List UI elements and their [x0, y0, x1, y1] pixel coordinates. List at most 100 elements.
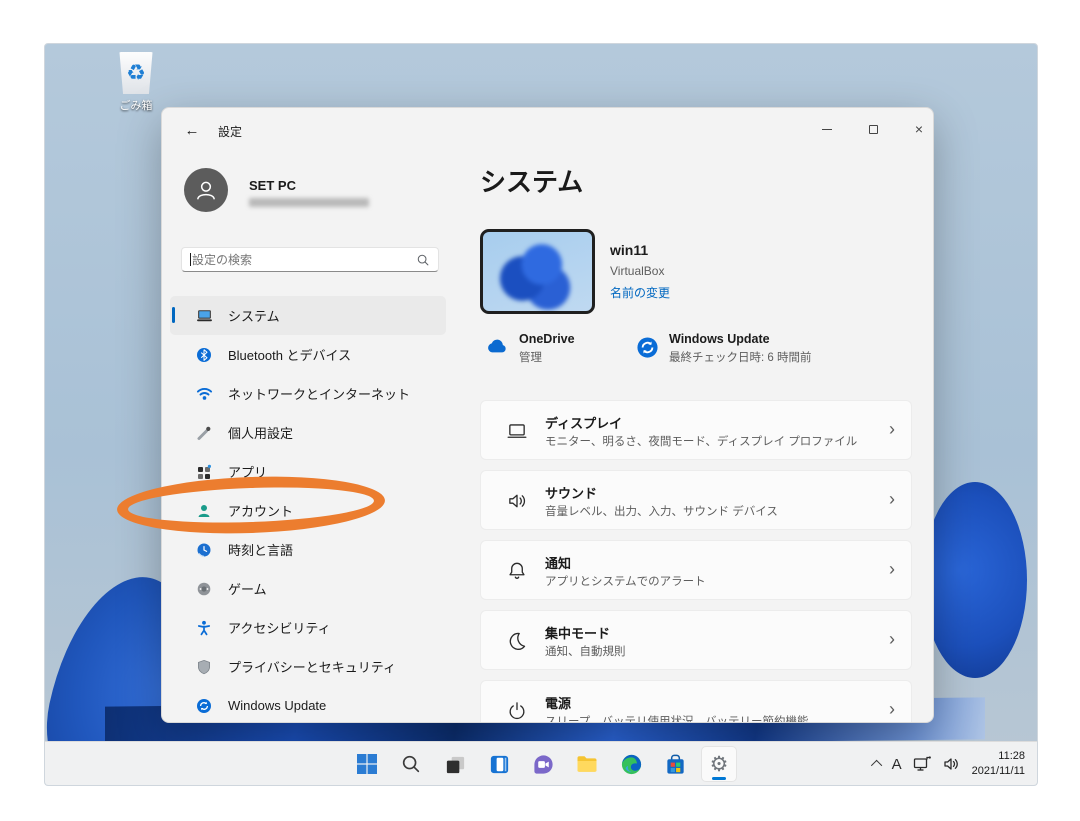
start-button[interactable] — [349, 746, 385, 782]
search-box[interactable] — [181, 247, 439, 272]
card-display[interactable]: ディスプレイ モニター、明るさ、夜間モード、ディスプレイ プロファイル › — [480, 400, 912, 460]
profile-name: SET PC — [249, 178, 296, 193]
edge-button[interactable] — [613, 746, 649, 782]
back-icon: ← — [185, 122, 200, 139]
power-icon — [505, 699, 529, 723]
task-view-icon — [444, 753, 467, 776]
minimize-icon — [822, 129, 832, 130]
minimize-button[interactable] — [810, 114, 844, 144]
profile-email-redacted — [249, 198, 369, 207]
brush-icon — [194, 423, 214, 443]
store-button[interactable] — [657, 746, 693, 782]
quick-title: OneDrive — [519, 332, 575, 346]
maximize-button[interactable] — [856, 114, 890, 144]
folder-icon — [575, 752, 599, 776]
wallpaper-bloom-petal-right — [923, 482, 1027, 678]
taskbar-search-button[interactable] — [393, 746, 429, 782]
quick-onedrive[interactable]: OneDrive 管理 — [484, 332, 575, 365]
quick-windows-update[interactable]: Windows Update 最終チェック日時: 6 時間前 — [634, 332, 811, 365]
taskbar-center-icons: ⚙ — [349, 742, 737, 786]
ime-indicator[interactable]: A — [892, 756, 902, 773]
quick-subtitle: 最終チェック日時: 6 時間前 — [669, 349, 811, 365]
rename-link[interactable]: 名前の変更 — [610, 284, 670, 301]
onedrive-cloud-icon — [484, 334, 510, 360]
account-person-icon — [194, 501, 214, 521]
chevron-up-icon — [870, 760, 881, 771]
wifi-icon — [194, 384, 214, 404]
sidebar-nav: システム Bluetooth とデバイス ネットワークとインターネット — [170, 296, 446, 723]
chat-icon — [532, 753, 555, 776]
selected-indicator — [172, 307, 175, 323]
accessibility-person-icon — [194, 618, 214, 638]
sidebar-item-system[interactable]: システム — [170, 296, 446, 335]
card-power[interactable]: 電源 スリープ、バッテリ使用状況、バッテリー節約機能 › — [480, 680, 912, 723]
maximize-icon — [869, 125, 878, 134]
speaker-icon — [505, 489, 529, 513]
chat-button[interactable] — [525, 746, 561, 782]
bell-icon — [505, 559, 529, 583]
sidebar-item-accounts[interactable]: アカウント — [170, 491, 446, 530]
search-input[interactable] — [192, 253, 416, 267]
recycle-bin-label: ごみ箱 — [103, 97, 169, 113]
clock[interactable]: 11:28 2021/11/11 — [972, 749, 1025, 779]
search-icon — [416, 253, 430, 267]
store-icon — [664, 753, 687, 776]
xbox-icon — [194, 579, 214, 599]
screenshot-frame: ♻ ごみ箱 ← 設定 × SET PC — [0, 0, 1080, 821]
window-title: 設定 — [218, 123, 242, 140]
widgets-icon — [488, 753, 511, 776]
windows-logo-icon — [355, 752, 379, 776]
desktop: ♻ ごみ箱 ← 設定 × SET PC — [44, 43, 1038, 786]
sidebar-item-accessibility[interactable]: アクセシビリティ — [170, 608, 446, 647]
sidebar-item-gaming[interactable]: ゲーム — [170, 569, 446, 608]
task-view-button[interactable] — [437, 746, 473, 782]
file-explorer-button[interactable] — [569, 746, 605, 782]
volume-tray-icon[interactable] — [942, 754, 962, 774]
shield-icon — [194, 657, 214, 677]
chevron-right-icon: › — [889, 419, 895, 440]
tray-time: 11:28 — [972, 749, 1025, 764]
tray-overflow-button[interactable] — [874, 760, 882, 768]
sidebar-item-apps[interactable]: アプリ — [170, 452, 446, 491]
sidebar-item-privacy-security[interactable]: プライバシーとセキュリティ — [170, 647, 446, 686]
update-icon — [194, 696, 214, 716]
card-notifications[interactable]: 通知 アプリとシステムでのアラート › — [480, 540, 912, 600]
titlebar[interactable]: ← 設定 × — [162, 108, 933, 152]
settings-taskbar-button[interactable]: ⚙ — [701, 746, 737, 782]
text-caret — [190, 253, 191, 266]
sidebar-item-time-language[interactable]: 時刻と言語 — [170, 530, 446, 569]
clock-globe-icon — [194, 540, 214, 560]
edge-icon — [620, 753, 643, 776]
chevron-right-icon: › — [889, 489, 895, 510]
close-button[interactable]: × — [902, 114, 934, 144]
windows-update-icon — [634, 334, 660, 360]
moon-icon — [505, 629, 529, 653]
network-tray-icon[interactable] — [912, 754, 932, 774]
close-icon: × — [915, 121, 923, 137]
back-button[interactable]: ← — [178, 117, 206, 143]
chevron-right-icon: › — [889, 629, 895, 650]
quick-subtitle: 管理 — [519, 349, 575, 365]
device-model: VirtualBox — [610, 264, 664, 278]
page-title: システム — [480, 162, 583, 199]
person-icon — [193, 177, 219, 203]
sidebar-item-windows-update[interactable]: Windows Update — [170, 686, 446, 723]
system-icon — [194, 306, 214, 326]
settings-window: ← 設定 × SET PC — [161, 107, 934, 723]
search-icon — [400, 753, 422, 775]
sidebar-item-network-internet[interactable]: ネットワークとインターネット — [170, 374, 446, 413]
card-focus-assist[interactable]: 集中モード 通知、自動規則 › — [480, 610, 912, 670]
device-thumbnail — [480, 229, 595, 314]
gear-icon: ⚙ — [710, 754, 729, 775]
avatar[interactable] — [184, 168, 228, 212]
card-sound[interactable]: サウンド 音量レベル、出力、入力、サウンド デバイス › — [480, 470, 912, 530]
device-name: win11 — [610, 242, 648, 258]
recycle-bin-shortcut[interactable]: ♻ ごみ箱 — [103, 52, 169, 113]
taskbar: ⚙ A 11:28 2021/11/11 — [45, 741, 1037, 785]
sidebar-item-personalization[interactable]: 個人用設定 — [170, 413, 446, 452]
bluetooth-icon — [194, 345, 214, 365]
recycle-bin-icon: ♻ — [118, 52, 154, 94]
quick-title: Windows Update — [669, 332, 811, 346]
sidebar-item-bluetooth-devices[interactable]: Bluetooth とデバイス — [170, 335, 446, 374]
widgets-button[interactable] — [481, 746, 517, 782]
